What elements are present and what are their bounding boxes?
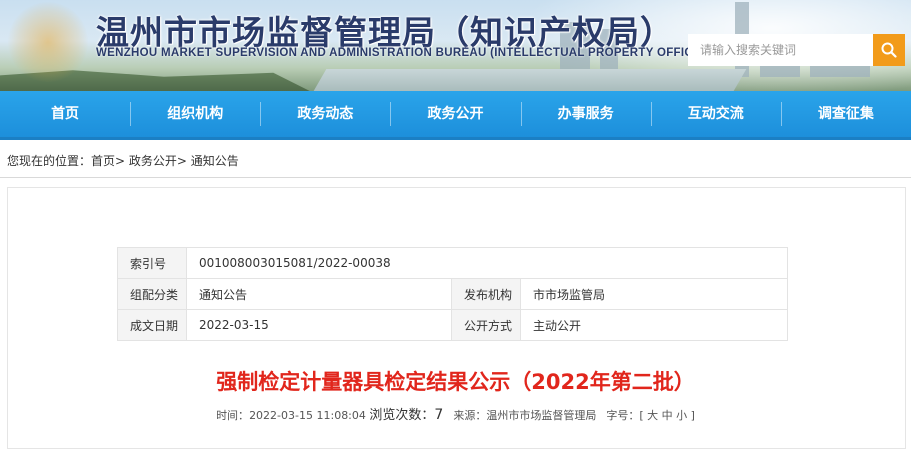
font-size-medium[interactable]: 中 [662, 409, 673, 422]
source-label: 来源： [453, 409, 487, 422]
font-size-label: 字号： [606, 409, 640, 422]
breadcrumb-separator: > [115, 154, 129, 168]
nav-news[interactable]: 政务动态 [260, 91, 390, 137]
index-label: 索引号 [117, 247, 187, 279]
nav-home[interactable]: 首页 [0, 91, 130, 137]
table-row: 组配分类 通知公告 发布机构 市市场监管局 [117, 278, 788, 310]
divider [0, 177, 911, 178]
table-row: 成文日期 2022-03-15 公开方式 主动公开 [117, 309, 788, 341]
date-value: 2022-03-15 [186, 309, 452, 341]
font-size-small[interactable]: 小 [676, 409, 687, 422]
views-count: 7 [434, 407, 444, 423]
publisher-label: 发布机构 [451, 278, 521, 310]
main-nav: 首页 组织机构 政务动态 政务公开 办事服务 互动交流 调查征集 [0, 91, 911, 140]
category-value: 通知公告 [186, 278, 452, 310]
site-banner: 温州市市场监督管理局（知识产权局） WENZHOU MARKET SUPERVI… [0, 0, 911, 91]
breadcrumb-separator: > [176, 154, 191, 168]
nav-services[interactable]: 办事服务 [520, 91, 651, 137]
search-input[interactable] [688, 34, 873, 66]
search-box [688, 34, 905, 66]
nav-survey[interactable]: 调查征集 [780, 91, 911, 137]
search-icon [881, 42, 897, 58]
category-label: 组配分类 [117, 278, 187, 310]
method-label: 公开方式 [451, 309, 521, 341]
method-value: 主动公开 [520, 309, 788, 341]
site-title-en: WENZHOU MARKET SUPERVISION AND ADMINISTR… [96, 47, 706, 59]
views-label: 浏览次数： [369, 408, 435, 423]
nav-gov-info[interactable]: 政务公开 [390, 91, 520, 137]
source-value: 温州市市场监督管理局 [486, 409, 597, 422]
search-button[interactable] [873, 34, 905, 66]
table-row: 索引号 001008003015081/2022-00038 [117, 247, 788, 279]
time-label: 时间： [216, 409, 250, 422]
date-label: 成文日期 [117, 309, 187, 341]
article-title: 强制检定计量器具检定结果公示（2022年第二批） [216, 370, 695, 394]
index-value: 001008003015081/2022-00038 [186, 247, 788, 279]
breadcrumb-prefix: 您现在的位置： [7, 154, 92, 168]
breadcrumb-notices[interactable]: 通知公告 [191, 154, 239, 168]
metadata-table: 索引号 001008003015081/2022-00038 组配分类 通知公告… [117, 247, 788, 341]
font-size-large[interactable]: 大 [647, 409, 658, 422]
article-info: 时间：2022-03-15 11:08:04 浏览次数：7 来源：温州市市场监督管… [216, 407, 695, 423]
time-value: 2022-03-15 11:08:04 [249, 409, 366, 422]
breadcrumb-home[interactable]: 首页 [91, 154, 115, 168]
nav-interaction[interactable]: 互动交流 [650, 91, 781, 137]
nav-organization[interactable]: 组织机构 [130, 91, 260, 137]
breadcrumb: 您现在的位置：首页> 政务公开> 通知公告 [7, 152, 239, 169]
emblem-icon [8, 2, 88, 82]
breadcrumb-gov-info[interactable]: 政务公开 [129, 154, 177, 168]
publisher-value: 市市场监管局 [520, 278, 788, 310]
